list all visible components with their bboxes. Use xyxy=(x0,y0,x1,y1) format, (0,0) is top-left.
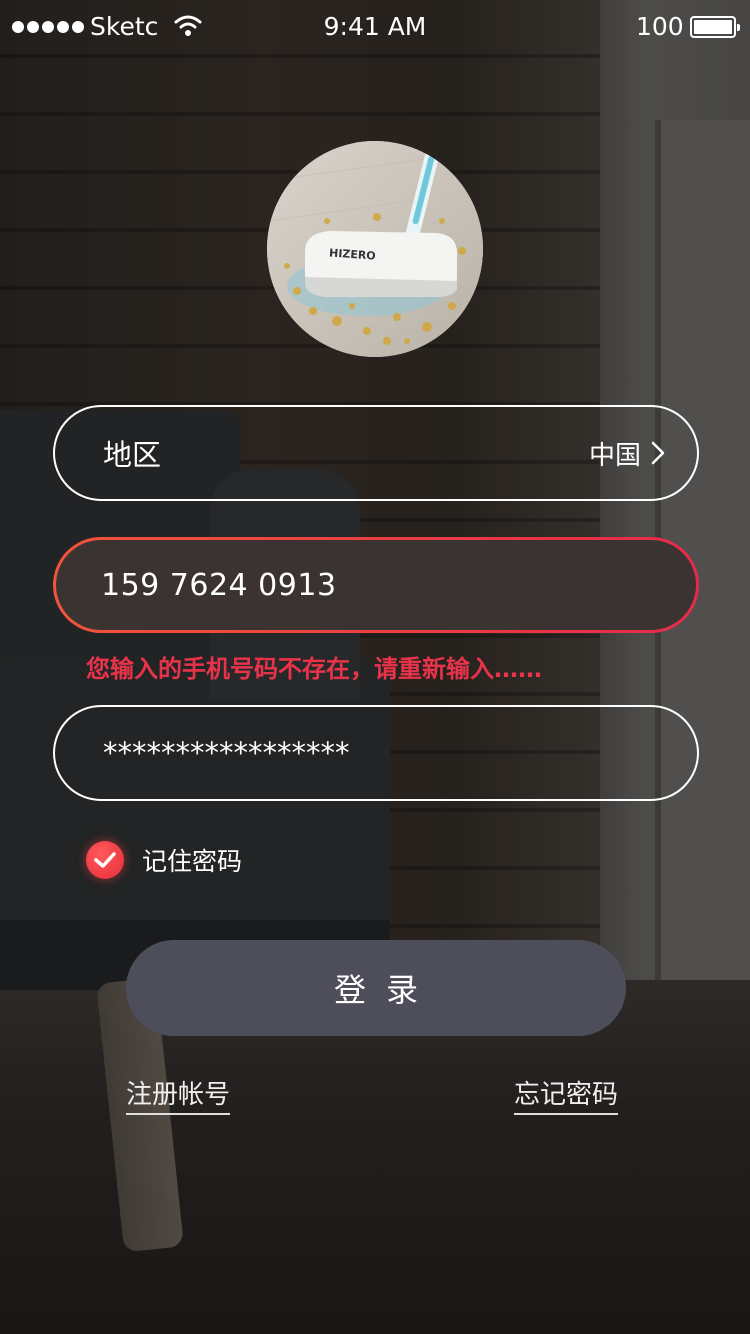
checkmark-icon xyxy=(94,852,116,868)
battery-percent: 100 xyxy=(636,12,684,41)
phone-input-value: 159 7624 0913 xyxy=(101,567,337,603)
remember-password-label: 记住密码 xyxy=(142,847,243,876)
region-value-group: 中国 xyxy=(589,435,667,472)
phone-error-message: 您输入的手机号码不存在，请重新输入…… xyxy=(86,655,542,683)
remember-password-toggle[interactable]: 记住密码 xyxy=(86,841,242,879)
region-label: 地区 xyxy=(103,438,162,472)
region-selector[interactable]: 地区 中国 xyxy=(53,405,699,501)
region-value: 中国 xyxy=(588,440,641,471)
checkbox-checked-icon[interactable] xyxy=(86,841,124,879)
phone-input[interactable]: 159 7624 0913 xyxy=(53,537,699,633)
password-input[interactable]: ***************** xyxy=(53,705,699,801)
forgot-password-link[interactable]: 忘记密码 xyxy=(514,1074,619,1115)
register-link[interactable]: 注册帐号 xyxy=(126,1074,231,1115)
avatar[interactable]: HIZERO xyxy=(267,141,483,357)
password-input-value: ***************** xyxy=(103,736,350,770)
login-button[interactable]: 登录 xyxy=(126,940,626,1036)
chevron-right-icon xyxy=(651,441,665,465)
battery-icon xyxy=(690,16,740,38)
vacuum-product-image: HIZERO xyxy=(267,141,483,357)
status-bar: Sketc 9:41 AM 100 xyxy=(0,0,750,56)
